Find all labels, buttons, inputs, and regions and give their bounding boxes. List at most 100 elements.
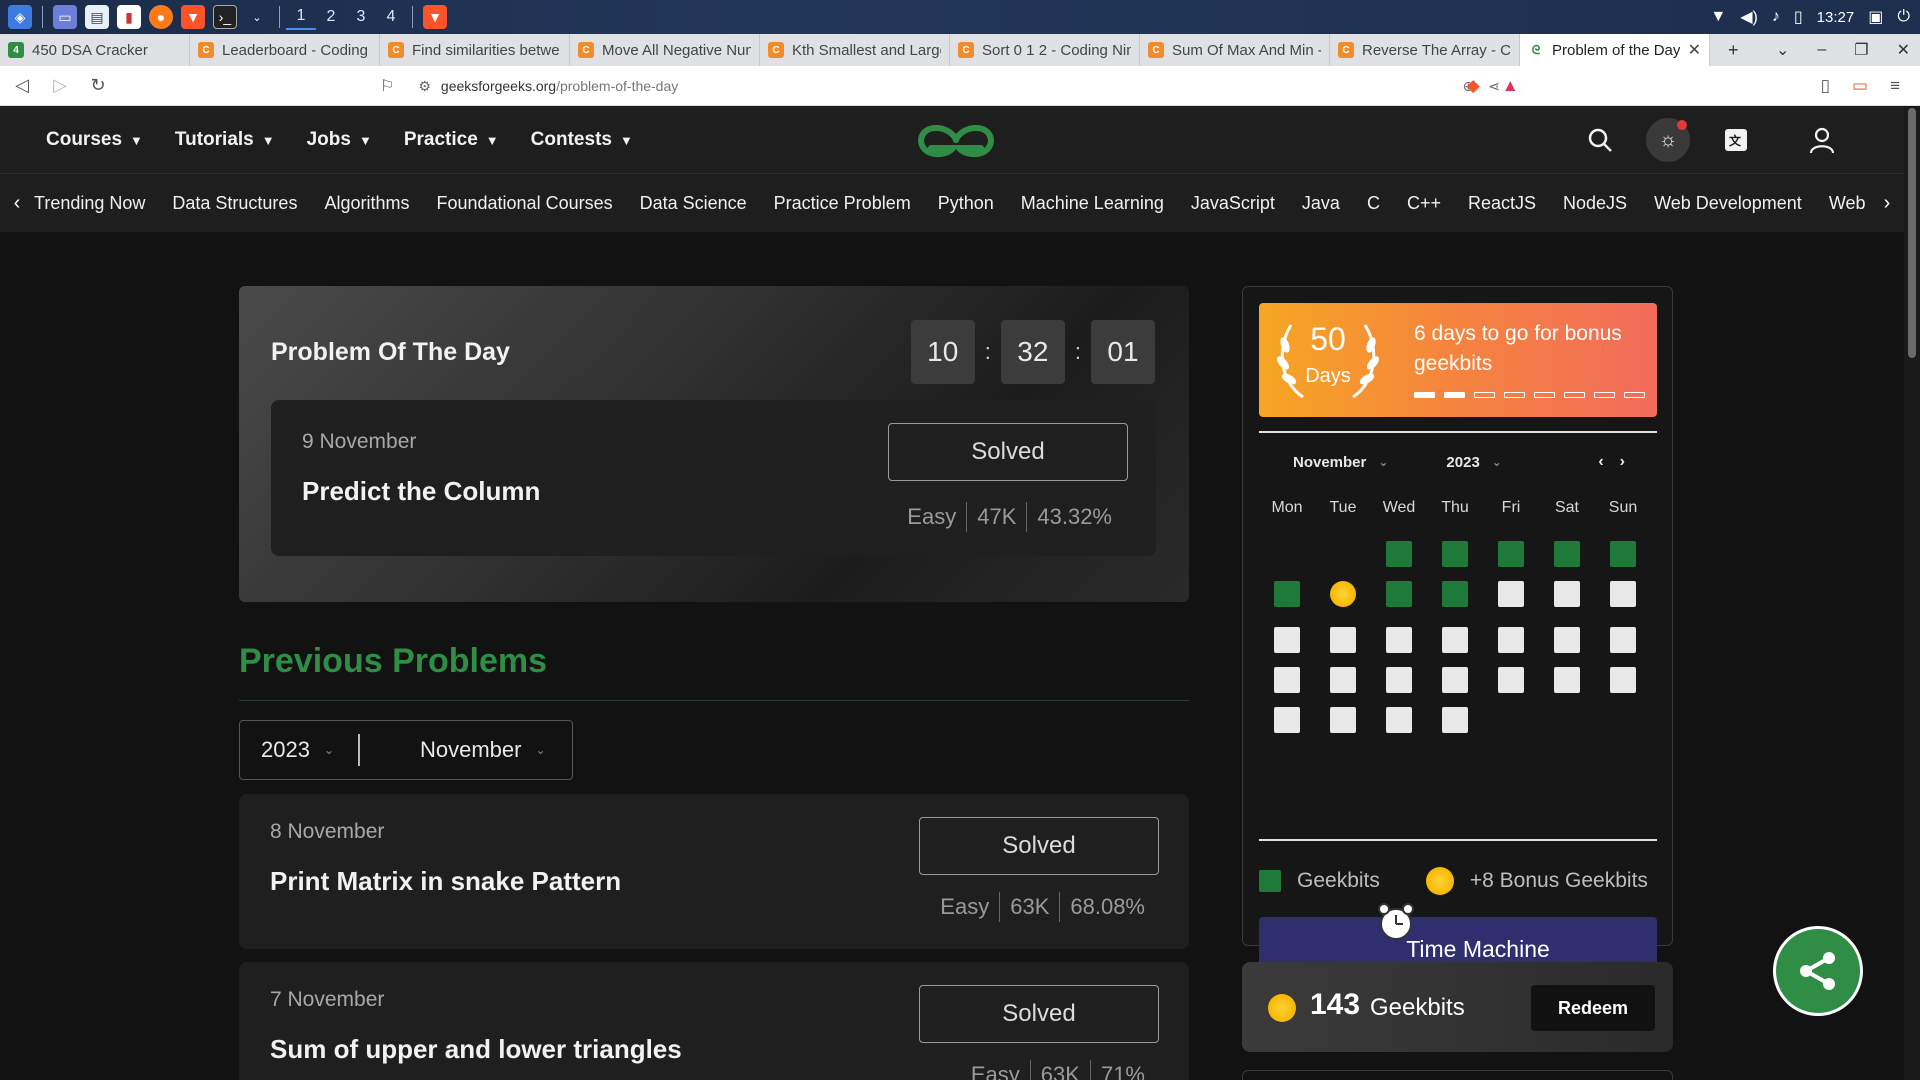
file-manager-icon[interactable]: ▤ — [85, 5, 109, 29]
problem-name[interactable]: Sum of upper and lower triangles — [270, 1034, 682, 1065]
calendar-day-10[interactable] — [1498, 581, 1524, 607]
chevron-right-icon[interactable]: › — [1870, 191, 1904, 215]
topic-algorithms[interactable]: Algorithms — [324, 193, 409, 214]
calendar-day-30[interactable] — [1442, 707, 1468, 733]
topic-trending-now[interactable]: Trending Now — [34, 193, 145, 214]
translate-icon[interactable]: 文 — [1714, 118, 1758, 162]
calendar-day-16[interactable] — [1442, 627, 1468, 653]
brave-rewards-icon[interactable]: ▲ — [1502, 76, 1519, 96]
menu-contests[interactable]: Contests ▼ — [531, 129, 633, 151]
tab-list-icon[interactable]: ⌄ — [1776, 40, 1789, 60]
app-launcher-icon[interactable]: ◈ — [8, 5, 32, 29]
calendar-day-17[interactable] — [1498, 627, 1524, 653]
minimize-icon[interactable]: – — [1817, 41, 1826, 59]
url-field[interactable]: ⚐ ⚙ geeksforgeeks.org/problem-of-the-day… — [380, 72, 1500, 100]
menu-courses[interactable]: Courses ▼ — [46, 129, 143, 151]
calendar-day-22[interactable] — [1386, 667, 1412, 693]
topic-nodejs[interactable]: NodeJS — [1563, 193, 1627, 214]
potd-problem[interactable]: 9 November Predict the Column Solved Eas… — [271, 400, 1156, 556]
menu-practice[interactable]: Practice ▼ — [404, 129, 499, 151]
new-tab-icon[interactable]: + — [1728, 40, 1739, 61]
calendar-day-8[interactable] — [1386, 581, 1412, 607]
redeem-button[interactable]: Redeem — [1531, 985, 1655, 1031]
topic-data-structures[interactable]: Data Structures — [172, 193, 297, 214]
lock-icon[interactable]: ▣ — [1868, 7, 1883, 27]
workspace-3[interactable]: 3 — [346, 4, 376, 30]
wallet-icon[interactable]: ▭ — [1852, 76, 1868, 96]
calendar-year-select[interactable]: 2023 ⌄ — [1446, 454, 1501, 471]
topic-javascript[interactable]: JavaScript — [1191, 193, 1275, 214]
previous-problem-card[interactable]: 8 November Print Matrix in snake Pattern… — [239, 794, 1189, 949]
close-tab-icon[interactable]: ✕ — [1688, 40, 1701, 60]
calendar-day-7[interactable] — [1330, 581, 1356, 607]
workspace-1[interactable]: 1 — [286, 4, 316, 30]
calendar-day-13[interactable] — [1274, 627, 1300, 653]
document-viewer-icon[interactable]: ▮ — [117, 5, 141, 29]
theme-toggle-icon[interactable]: ☼ — [1646, 118, 1690, 162]
topic-data-science[interactable]: Data Science — [640, 193, 747, 214]
calendar-day-3[interactable] — [1498, 541, 1524, 567]
forward-icon[interactable]: ▷ — [44, 75, 76, 96]
calendar-day-6[interactable] — [1274, 581, 1300, 607]
calendar-day-21[interactable] — [1330, 667, 1356, 693]
calendar-day-14[interactable] — [1330, 627, 1356, 653]
workspace-4[interactable]: 4 — [376, 4, 406, 30]
calendar-day-9[interactable] — [1442, 581, 1468, 607]
topic-practice-problem[interactable]: Practice Problem — [774, 193, 911, 214]
calendar-day-27[interactable] — [1274, 707, 1300, 733]
menu-icon[interactable]: ≡ — [1890, 76, 1900, 96]
browser-tab[interactable]: 4 450 DSA Cracker — [0, 34, 190, 66]
topic-java[interactable]: Java — [1302, 193, 1340, 214]
problem-name[interactable]: Print Matrix in snake Pattern — [270, 866, 621, 897]
brave-shields-icon[interactable]: ◆ — [1467, 76, 1480, 96]
menu-tutorials[interactable]: Tutorials ▼ — [175, 129, 275, 151]
browser-tab[interactable]: C Find similarities betwe — [380, 34, 570, 66]
chevron-right-icon[interactable]: › — [1620, 453, 1625, 471]
calendar-day-5[interactable] — [1610, 541, 1636, 567]
power-icon[interactable]: ⏻ — [1897, 8, 1910, 26]
calendar-day-29[interactable] — [1386, 707, 1412, 733]
previous-problem-card[interactable]: 7 November Sum of upper and lower triang… — [239, 962, 1189, 1080]
close-window-icon[interactable]: ✕ — [1897, 40, 1910, 60]
firefox-icon[interactable]: ● — [149, 5, 173, 29]
chevron-left-icon[interactable]: ‹ — [0, 192, 34, 215]
calendar-day-12[interactable] — [1610, 581, 1636, 607]
page-scrollbar[interactable] — [1904, 106, 1920, 1080]
calendar-day-11[interactable] — [1554, 581, 1580, 607]
solved-button[interactable]: Solved — [888, 423, 1128, 481]
browser-tab[interactable]: C Sum Of Max And Min - — [1140, 34, 1330, 66]
topic-c[interactable]: C — [1367, 193, 1380, 214]
topic-foundational-courses[interactable]: Foundational Courses — [436, 193, 612, 214]
chevron-left-icon[interactable]: ‹ — [1598, 453, 1603, 471]
search-icon[interactable] — [1578, 118, 1622, 162]
browser-tab[interactable]: C Kth Smallest and Large — [760, 34, 950, 66]
calendar-day-20[interactable] — [1274, 667, 1300, 693]
problem-name[interactable]: Predict the Column — [302, 476, 540, 507]
terminal-icon[interactable]: ›_ — [213, 5, 237, 29]
bookmark-icon[interactable]: ⚐ — [380, 76, 394, 96]
calendar-day-19[interactable] — [1610, 627, 1636, 653]
clock[interactable]: 13:27 — [1817, 9, 1855, 26]
year-select[interactable]: 2023 ⌄ — [240, 737, 358, 763]
workspace-2[interactable]: 2 — [316, 4, 346, 30]
wifi-icon[interactable]: ▼ — [1710, 8, 1726, 26]
month-select[interactable]: November ⌄ — [360, 737, 572, 763]
browser-tab[interactable]: C Reverse The Array - Co — [1330, 34, 1520, 66]
brave-icon[interactable]: ▼ — [181, 5, 205, 29]
calendar-day-15[interactable] — [1386, 627, 1412, 653]
chevron-down-icon[interactable]: ⌄ — [245, 5, 269, 29]
browser-tab-active[interactable]: ᘓ Problem of the Day ✕ — [1520, 34, 1710, 66]
solved-button[interactable]: Solved — [919, 817, 1159, 875]
browser-tab[interactable]: C Move All Negative Nun — [570, 34, 760, 66]
scrollbar-thumb[interactable] — [1908, 108, 1916, 358]
calendar-day-26[interactable] — [1610, 667, 1636, 693]
calendar-day-24[interactable] — [1498, 667, 1524, 693]
topic-python[interactable]: Python — [938, 193, 994, 214]
site-settings-icon[interactable]: ⚙ — [418, 78, 431, 95]
brave-window-icon[interactable]: ▼ — [423, 5, 447, 29]
calendar-day-25[interactable] — [1554, 667, 1580, 693]
sidebar-toggle-icon[interactable]: ▯ — [1821, 76, 1830, 96]
notification-bell-icon[interactable]: ♪ — [1772, 8, 1780, 26]
topic-web-development[interactable]: Web Development — [1654, 193, 1802, 214]
topic-reactjs[interactable]: ReactJS — [1468, 193, 1536, 214]
